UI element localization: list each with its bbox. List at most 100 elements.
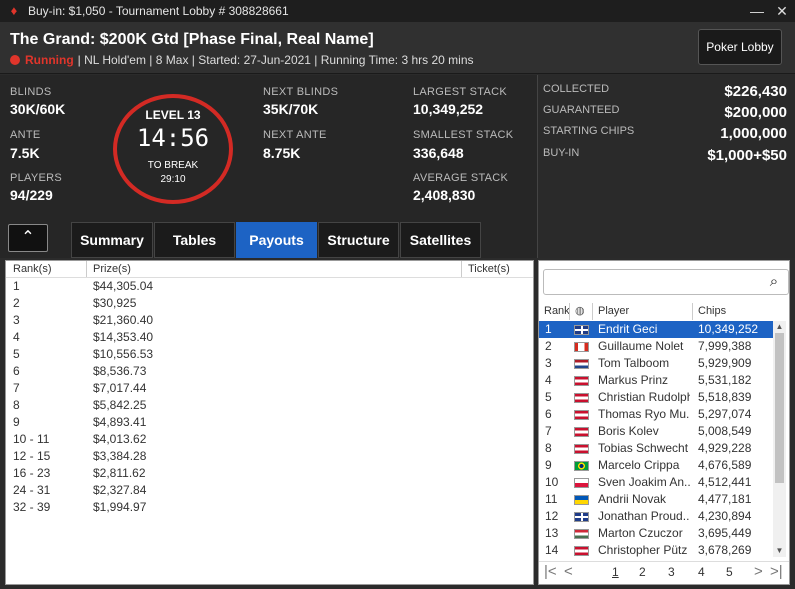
- table-row: 16 - 23 $2,811.62: [6, 465, 533, 482]
- average-stack-value: 2,408,830: [413, 187, 476, 203]
- starting-chips-value: 1,000,000: [720, 125, 787, 142]
- player-name-cell: Marcelo Crippa: [598, 458, 680, 472]
- minimize-button[interactable]: —: [748, 2, 766, 20]
- country-flag-icon: [574, 546, 589, 556]
- next-ante-value: 8.75K: [263, 145, 301, 161]
- rank-cell: 10 - 11: [13, 432, 50, 446]
- prize-cell: $30,925: [93, 296, 137, 310]
- rank-column-header[interactable]: Rank: [544, 303, 570, 320]
- players-pager: |< < 1 2 3 4 5 > >|: [539, 561, 789, 583]
- table-row: 6 $8,536.73: [6, 363, 533, 380]
- smallest-stack-value: 336,648: [413, 145, 464, 161]
- tournament-header: The Grand: $200K Gtd [Phase Final, Real …: [0, 22, 795, 74]
- prize-cell: $1,994.97: [93, 500, 147, 514]
- search-icon[interactable]: ⌕: [760, 270, 788, 294]
- country-flag-icon: [574, 495, 589, 505]
- player-search-input[interactable]: ⌕: [543, 269, 789, 295]
- player-row[interactable]: 9 Marcelo Crippa 4,676,589: [539, 457, 773, 474]
- country-flag-icon: [574, 461, 589, 471]
- player-row[interactable]: 11 Andrii Novak 4,477,181: [539, 491, 773, 508]
- player-row[interactable]: 14 Christopher Pütz 3,678,269: [539, 542, 773, 559]
- collected-label: COLLECTED: [543, 83, 610, 95]
- rank-cell: 1: [545, 322, 552, 336]
- table-row: 8 $5,842.25: [6, 397, 533, 414]
- next-page-icon[interactable]: >: [754, 563, 763, 580]
- player-name-cell: Markus Prinz: [598, 373, 669, 387]
- prize-column-header[interactable]: Prize(s): [93, 261, 131, 277]
- smallest-stack-label: SMALLEST STACK: [413, 129, 514, 141]
- payouts-table: Rank(s) Prize(s) Ticket(s) 1 $44,305.04 2…: [5, 260, 534, 585]
- player-name-cell: Boris Kolev: [598, 424, 659, 438]
- player-row[interactable]: 4 Markus Prinz 5,531,182: [539, 372, 773, 389]
- player-row[interactable]: 2 Guillaume Nolet 7,999,388: [539, 338, 773, 355]
- close-button[interactable]: ✕: [773, 2, 791, 20]
- rank-cell: 9: [13, 415, 20, 429]
- player-row[interactable]: 8 Tobias Schwecht 4,929,228: [539, 440, 773, 457]
- ticket-column-header[interactable]: Ticket(s): [468, 261, 510, 277]
- chips-cell: 5,531,182: [698, 373, 752, 387]
- scroll-up-icon[interactable]: ▲: [773, 321, 786, 333]
- rank-cell: 32 - 39: [13, 500, 51, 514]
- tournament-details: | NL Hold'em | 8 Max | Started: 27-Jun-2…: [77, 53, 474, 67]
- player-row[interactable]: 10 Sven Joakim An... 4,512,441: [539, 474, 773, 491]
- player-name-cell: Endrit Geci: [598, 322, 658, 336]
- table-row: 3 $21,360.40: [6, 312, 533, 329]
- scroll-down-icon[interactable]: ▼: [773, 545, 786, 557]
- guaranteed-label: GUARANTEED: [543, 104, 620, 116]
- first-page-icon[interactable]: |<: [544, 563, 557, 580]
- tab-summary[interactable]: Summary: [71, 222, 153, 258]
- collapse-button[interactable]: ⌃: [8, 224, 48, 252]
- ante-value: 7.5K: [10, 145, 40, 161]
- rank-cell: 14: [545, 543, 559, 557]
- rank-cell: 8: [13, 398, 20, 412]
- tab-satellites[interactable]: Satellites: [400, 222, 481, 258]
- page-1[interactable]: 1: [612, 565, 619, 579]
- column-divider: [592, 303, 593, 320]
- player-row[interactable]: 7 Boris Kolev 5,008,549: [539, 423, 773, 440]
- country-flag-icon: [574, 478, 589, 488]
- player-column-header[interactable]: Player: [598, 303, 629, 320]
- page-2[interactable]: 2: [639, 565, 646, 579]
- page-3[interactable]: 3: [668, 565, 675, 579]
- players-panel: ⌕ Rank ◍ Player Chips 1 Endrit Geci 10,349…: [538, 260, 790, 585]
- rank-column-header[interactable]: Rank(s): [13, 261, 52, 277]
- average-stack-label: AVERAGE STACK: [413, 172, 509, 184]
- poker-lobby-button[interactable]: Poker Lobby: [698, 29, 782, 65]
- players-label: PLAYERS: [10, 172, 63, 184]
- rank-cell: 3: [545, 356, 552, 370]
- prize-cell: $21,360.40: [93, 313, 154, 327]
- player-row[interactable]: 12 Jonathan Proud... 4,230,894: [539, 508, 773, 525]
- country-globe-icon[interactable]: ◍: [575, 303, 585, 320]
- prize-cell: $4,893.41: [93, 415, 147, 429]
- level-time: 14:56: [136, 124, 210, 152]
- players-scrollbar[interactable]: ▲ ▼: [773, 321, 786, 557]
- player-row[interactable]: 3 Tom Talboom 5,929,909: [539, 355, 773, 372]
- tournament-name: The Grand: $200K Gtd [Phase Final, Real …: [10, 31, 374, 48]
- player-row[interactable]: 5 Christian Rudolph 5,518,839: [539, 389, 773, 406]
- player-row[interactable]: 6 Thomas Ryo Mu... 5,297,074: [539, 406, 773, 423]
- level-label: LEVEL 13: [145, 108, 201, 122]
- tab-payouts[interactable]: Payouts: [236, 222, 317, 258]
- chips-column-header[interactable]: Chips: [698, 303, 726, 320]
- player-row[interactable]: 1 Endrit Geci 10,349,252: [539, 321, 773, 338]
- country-flag-icon: [574, 529, 589, 539]
- page-5[interactable]: 5: [726, 565, 733, 579]
- tab-structure[interactable]: Structure: [318, 222, 399, 258]
- page-4[interactable]: 4: [698, 565, 705, 579]
- prev-page-icon[interactable]: <: [564, 563, 573, 580]
- rank-cell: 12 - 15: [13, 449, 51, 463]
- chips-cell: 4,230,894: [698, 509, 752, 523]
- collected-value: $226,430: [724, 83, 787, 100]
- tab-tables[interactable]: Tables: [154, 222, 235, 258]
- player-row[interactable]: 13 Marton Czuczor 3,695,449: [539, 525, 773, 542]
- rank-cell: 16 - 23: [13, 466, 51, 480]
- scroll-thumb[interactable]: [775, 333, 784, 483]
- last-page-icon[interactable]: >|: [770, 563, 783, 580]
- player-name-cell: Andrii Novak: [598, 492, 667, 506]
- player-name-cell: Guillaume Nolet: [598, 339, 684, 353]
- chips-cell: 7,999,388: [698, 339, 752, 353]
- rank-cell: 7: [545, 424, 552, 438]
- table-row: 5 $10,556.53: [6, 346, 533, 363]
- ante-label: ANTE: [10, 129, 41, 141]
- table-row: 1 $44,305.04: [6, 278, 533, 295]
